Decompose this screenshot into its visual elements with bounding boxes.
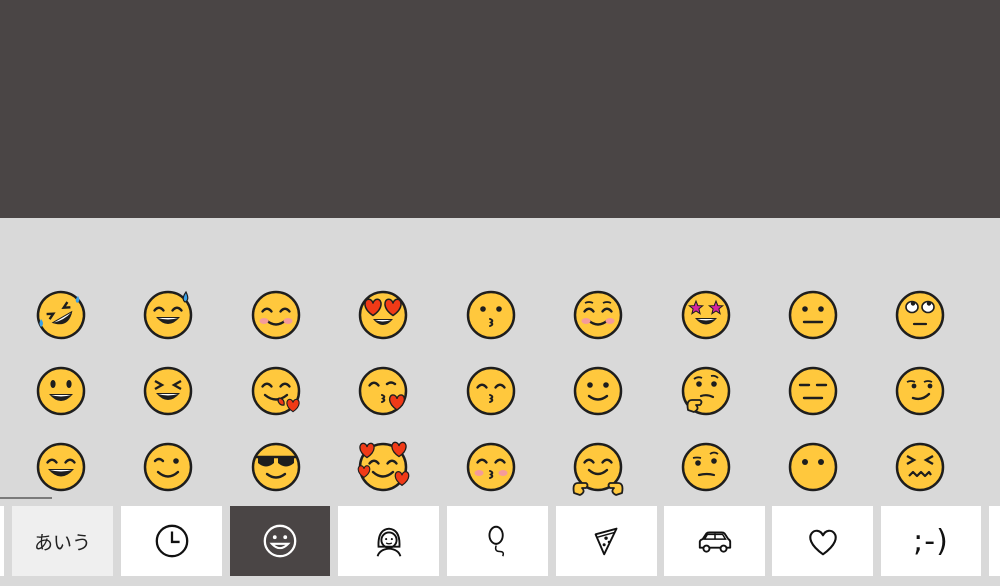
car-icon [696,522,734,560]
tab-kaomoji-label: ;-) [913,523,949,559]
emoji-persevering[interactable] [893,440,947,494]
emoji-no-mouth[interactable] [786,440,840,494]
emoji-neutral[interactable] [786,288,840,342]
emoji-grid [0,218,1000,498]
emoji-star-struck[interactable] [679,288,733,342]
tab-people[interactable] [338,506,439,576]
emoji-heart-eyes[interactable] [356,288,410,342]
emoji-panel: あいう ;-) [0,218,1000,586]
emoji-eye-roll[interactable] [893,288,947,342]
emoji-squinting-laugh[interactable] [141,364,195,418]
emoji-expressionless[interactable] [786,364,840,418]
emoji-beaming[interactable] [34,440,88,494]
pizza-icon [588,522,626,560]
emoji-kissing-smiling-eyes[interactable] [464,364,518,418]
tab-food[interactable] [556,506,657,576]
tab-kana[interactable]: あいう [12,506,113,576]
scroll-left-edge [0,506,4,576]
scroll-right-edge [989,506,1000,576]
clock-icon [153,522,191,560]
tab-kana-label: あいう [33,531,91,554]
emoji-hugging[interactable] [571,440,625,496]
emoji-smiling-hearts[interactable] [356,440,410,494]
tab-travel[interactable] [664,506,765,576]
emoji-slight-smile[interactable] [571,364,625,418]
emoji-thinking[interactable] [679,364,733,418]
heart-icon [804,522,842,560]
emoji-blowing-kiss[interactable] [356,364,410,418]
tab-symbols[interactable] [772,506,873,576]
emoji-sunglasses[interactable] [249,440,303,494]
scroll-indicator [0,497,52,499]
emoji-kissing-blush[interactable] [464,440,518,494]
emoji-category-tabs: あいう ;-) [0,506,1000,576]
emoji-yum[interactable] [249,364,303,418]
emoji-grinning[interactable] [34,364,88,418]
emoji-smirk[interactable] [893,364,947,418]
tab-recent[interactable] [121,506,222,576]
emoji-blushing[interactable] [571,288,625,342]
emoji-smiling-eyes[interactable] [249,288,303,342]
smiley-icon [261,522,299,560]
emoji-grinning-sweat[interactable] [141,288,195,342]
tab-kaomoji[interactable]: ;-) [881,506,981,576]
balloon-icon [479,522,517,560]
emoji-kissing[interactable] [464,288,518,342]
tab-smileys[interactable] [230,506,330,576]
emoji-rolling-on-floor-laughing[interactable] [34,288,88,342]
tab-celebration[interactable] [447,506,548,576]
text-input-area[interactable] [0,0,1000,218]
emoji-winking[interactable] [141,440,195,494]
person-icon [370,522,408,560]
emoji-raised-eyebrow[interactable] [679,440,733,494]
